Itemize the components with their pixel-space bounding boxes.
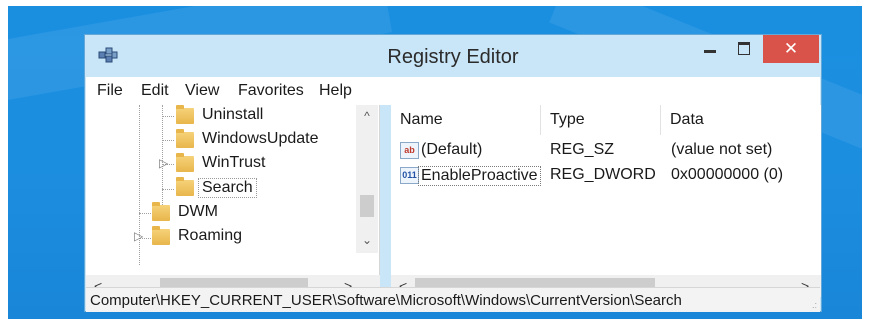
maximize-button[interactable] (727, 35, 761, 63)
title-bar[interactable]: Registry Editor ✕ (85, 35, 821, 77)
tree-vertical-scrollbar[interactable]: ^ ⌄ (356, 105, 378, 253)
address-path[interactable]: Computer\HKEY_CURRENT_USER\Software\Micr… (90, 292, 682, 309)
maximize-icon (738, 42, 750, 55)
pane-splitter[interactable] (380, 105, 391, 275)
value-name: (Default) (421, 141, 483, 158)
folder-icon (176, 105, 194, 124)
tree-item-search[interactable]: Search (86, 177, 356, 199)
binary-value-icon: 011 (400, 167, 419, 184)
menu-file[interactable]: File (97, 82, 123, 100)
tree-item-label: WindowsUpdate (202, 130, 319, 147)
value-data: (value not set) (671, 141, 773, 158)
values-pane[interactable]: Name Type Data ab (Default) REG_SZ (valu… (391, 105, 821, 275)
folder-icon (152, 202, 170, 221)
column-header-name[interactable]: Name (391, 105, 541, 135)
tree-item-label: Uninstall (202, 106, 264, 123)
value-type: REG_DWORD (550, 166, 656, 183)
tree-item-label: WinTrust (202, 154, 266, 171)
key-tree-pane[interactable]: Uninstall WindowsUpdate ▷ WinTrust Searc… (86, 105, 380, 275)
tree-item-windowsupdate[interactable]: WindowsUpdate (86, 129, 356, 151)
expand-arrow-icon[interactable]: ▷ (159, 156, 168, 170)
folder-icon (176, 153, 194, 172)
expand-arrow-icon[interactable]: ▷ (134, 229, 143, 243)
resize-grip-icon[interactable]: .: (812, 300, 817, 310)
column-header-data[interactable]: Data (661, 105, 821, 135)
close-icon: ✕ (783, 39, 799, 58)
value-name: EnableProactive (418, 166, 541, 186)
menu-edit[interactable]: Edit (141, 82, 169, 100)
folder-icon (176, 177, 194, 196)
menu-help[interactable]: Help (319, 82, 352, 100)
tree-item-roaming[interactable]: ▷ Roaming (86, 226, 356, 248)
tree-item-dwm[interactable]: DWM (86, 202, 356, 224)
registry-editor-window: Registry Editor ✕ File Edit View Favorit… (84, 34, 822, 312)
value-data: 0x00000000 (0) (671, 166, 784, 183)
minimize-icon (704, 50, 716, 53)
menu-view[interactable]: View (185, 82, 219, 100)
status-bar: Computer\HKEY_CURRENT_USER\Software\Micr… (86, 287, 820, 312)
scroll-thumb[interactable] (360, 195, 374, 217)
minimize-button[interactable] (693, 35, 727, 63)
folder-icon (176, 129, 194, 148)
tree-item-uninstall[interactable]: Uninstall (86, 105, 356, 127)
value-row-default[interactable]: ab (Default) REG_SZ (value not set) (391, 139, 821, 163)
scroll-up-icon[interactable]: ^ (356, 109, 378, 123)
scroll-down-icon[interactable]: ⌄ (356, 233, 378, 247)
string-value-icon: ab (400, 142, 419, 159)
menu-bar: File Edit View Favorites Help (86, 77, 820, 105)
close-button[interactable]: ✕ (763, 35, 819, 63)
column-header-type[interactable]: Type (541, 105, 661, 135)
tree-item-label: Roaming (178, 227, 243, 244)
tree-item-label: DWM (178, 203, 218, 220)
folder-icon (152, 226, 170, 245)
tree-item-wintrust[interactable]: ▷ WinTrust (86, 153, 356, 175)
tree-item-label: Search (198, 178, 257, 198)
value-type: REG_SZ (550, 141, 615, 158)
value-row-enableproactive[interactable]: 011 EnableProactive REG_DWORD 0x00000000… (391, 164, 821, 188)
menu-favorites[interactable]: Favorites (238, 82, 304, 100)
desktop-background: Registry Editor ✕ File Edit View Favorit… (8, 6, 862, 319)
